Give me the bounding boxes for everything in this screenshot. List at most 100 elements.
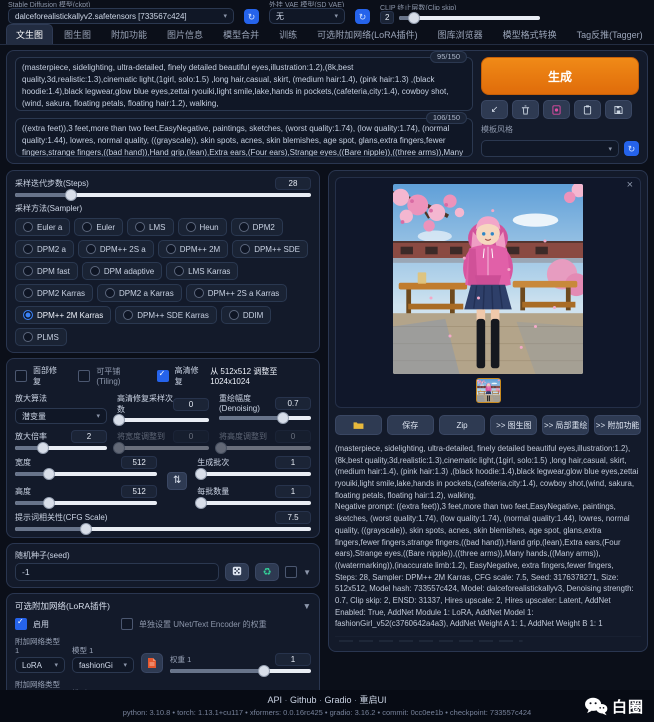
resize-width-slider[interactable]: [117, 446, 209, 450]
generate-button[interactable]: 生成: [481, 57, 639, 95]
sampler-dpmpp-2m[interactable]: DPM++ 2M: [158, 240, 228, 258]
swap-dimensions-button[interactable]: ⇅: [167, 472, 187, 490]
api-link[interactable]: API: [267, 695, 290, 705]
sampler-lms-karras[interactable]: LMS Karras: [166, 262, 238, 280]
github-link[interactable]: Github: [290, 695, 325, 705]
gallery-thumbnail[interactable]: [476, 378, 501, 403]
sampler-dpm-fast[interactable]: DPM fast: [15, 262, 78, 280]
tab-txt2img[interactable]: 文生图: [6, 24, 53, 44]
height-value[interactable]: 512: [121, 485, 157, 498]
hires-steps-slider[interactable]: [117, 418, 209, 422]
tab-img2img[interactable]: 图生图: [55, 25, 100, 44]
generated-image[interactable]: [393, 184, 583, 374]
hires-fix-checkbox[interactable]: [157, 370, 169, 382]
width-slider[interactable]: [15, 472, 157, 476]
output-gallery[interactable]: ×: [335, 177, 641, 408]
batch-count-value[interactable]: 1: [275, 456, 311, 469]
save-style-button[interactable]: [605, 100, 632, 119]
batch-count-slider[interactable]: [197, 472, 311, 476]
batch-size-value[interactable]: 1: [275, 485, 311, 498]
sampler-dpmpp-sde[interactable]: DPM++ SDE: [232, 240, 308, 258]
sampler-euler[interactable]: Euler: [74, 218, 123, 236]
lora-weight-value[interactable]: 1: [275, 653, 311, 666]
tiling-checkbox[interactable]: [78, 370, 90, 382]
tab-additional-networks[interactable]: 可选附加网络(LoRA插件): [308, 25, 427, 44]
upscale-by-slider[interactable]: [15, 446, 107, 450]
lora-separate-weights-checkbox[interactable]: [121, 618, 133, 630]
apply-style-button[interactable]: [574, 100, 601, 119]
gradio-link[interactable]: Gradio: [325, 695, 360, 705]
sampler-dpm2-karras[interactable]: DPM2 Karras: [15, 284, 93, 302]
random-seed-button[interactable]: [225, 563, 249, 581]
refresh-styles-button[interactable]: ↻: [624, 141, 639, 156]
steps-value[interactable]: 28: [275, 177, 311, 190]
lora-weight-slider[interactable]: [170, 669, 311, 673]
batch-size-slider[interactable]: [197, 501, 311, 505]
reload-ui-link[interactable]: 重启UI: [360, 695, 387, 705]
tab-train[interactable]: 训练: [270, 25, 306, 44]
tab-image-browser[interactable]: 图库浏览器: [429, 25, 492, 44]
send-to-extras-button[interactable]: >> 附加功能: [594, 415, 641, 435]
lora-enable-checkbox[interactable]: [15, 618, 27, 630]
cfg-scale-slider[interactable]: [15, 527, 311, 531]
denoising-slider[interactable]: [219, 416, 311, 420]
tab-checkpoint-merger[interactable]: 模型合并: [214, 25, 268, 44]
tab-pnginfo[interactable]: 图片信息: [158, 25, 212, 44]
extra-networks-button[interactable]: [543, 100, 570, 119]
zip-button[interactable]: Zip: [439, 415, 486, 435]
tab-tagger[interactable]: Tag反推(Tagger): [568, 25, 652, 44]
negative-prompt-input[interactable]: ((extra feet)),3 feet,more than two feet…: [15, 118, 473, 157]
lora-model-info-button[interactable]: [141, 653, 163, 673]
tab-model-converter[interactable]: 模型格式转换: [494, 25, 566, 44]
resize-height-slider[interactable]: [219, 446, 311, 450]
clip-skip-slider[interactable]: [399, 16, 540, 20]
sampler-dpmpp-2s-a[interactable]: DPM++ 2S a: [78, 240, 154, 258]
sampler-lms[interactable]: LMS: [127, 218, 173, 236]
close-icon[interactable]: ×: [627, 180, 633, 191]
sampler-dpm2[interactable]: DPM2: [231, 218, 283, 236]
open-folder-button[interactable]: [335, 415, 382, 435]
steps-slider[interactable]: [15, 193, 311, 197]
positive-prompt-input[interactable]: (masterpiece, sidelighting, ultra-detail…: [15, 57, 473, 111]
sampler-heun[interactable]: Heun: [178, 218, 227, 236]
hires-steps-value[interactable]: 0: [173, 398, 209, 411]
vae-select[interactable]: 无 ▾: [269, 8, 345, 24]
tab-extras[interactable]: 附加功能: [102, 25, 156, 44]
extra-seed-toggle-icon[interactable]: ▼: [303, 568, 311, 577]
refresh-checkpoints-button[interactable]: ↻: [244, 9, 259, 24]
save-button[interactable]: 保存: [387, 415, 434, 435]
refresh-vae-button[interactable]: ↻: [355, 9, 370, 24]
upscale-by-value[interactable]: 2: [71, 430, 107, 443]
seed-input[interactable]: -1: [15, 563, 219, 581]
send-to-img2img-button[interactable]: >> 图生图: [490, 415, 537, 435]
denoising-value[interactable]: 0.7: [275, 397, 311, 410]
styles-select[interactable]: ▾: [481, 140, 619, 157]
restore-faces-checkbox[interactable]: [15, 370, 27, 382]
resize-height-value[interactable]: 0: [275, 430, 311, 443]
collapse-icon[interactable]: ▼: [303, 601, 311, 611]
sampler-dpmpp-2m-karras[interactable]: DPM++ 2M Karras: [15, 306, 111, 324]
send-to-inpaint-button[interactable]: >> 局部重绘: [542, 415, 589, 435]
sampler-dpmpp-2s-a-karras[interactable]: DPM++ 2S a Karras: [186, 284, 288, 302]
cfg-scale-value[interactable]: 7.5: [275, 511, 311, 524]
reuse-seed-button[interactable]: ♻: [255, 563, 279, 581]
extra-seed-checkbox[interactable]: [285, 566, 297, 578]
sampler-dpm2-a-karras[interactable]: DPM2 a Karras: [97, 284, 182, 302]
height-slider[interactable]: [15, 501, 157, 505]
sampler-dpm2-a[interactable]: DPM2 a: [15, 240, 74, 258]
sampler-euler-a[interactable]: Euler a: [15, 218, 70, 236]
sampler-plms[interactable]: PLMS: [15, 328, 67, 346]
sampler-ddim[interactable]: DDIM: [221, 306, 271, 324]
upscaler-select[interactable]: 潜变量 ▾: [15, 408, 107, 424]
checkpoint-select[interactable]: dalceforealistickallyv2.safetensors [733…: [8, 8, 234, 24]
resize-width-value[interactable]: 0: [173, 430, 209, 443]
clip-skip-value[interactable]: 2: [380, 11, 394, 24]
clear-prompt-button[interactable]: [512, 100, 539, 119]
sampler-dpm-adaptive[interactable]: DPM adaptive: [82, 262, 162, 280]
paste-params-button[interactable]: ↙: [481, 100, 508, 119]
sampler-dpmpp-sde-karras[interactable]: DPM++ SDE Karras: [115, 306, 217, 324]
lora-type-select[interactable]: LoRA▾: [15, 657, 65, 673]
additional-networks-header[interactable]: 可选附加网络(LoRA插件): [15, 600, 110, 612]
lora-model-select[interactable]: fashionGi▾: [72, 657, 134, 673]
width-value[interactable]: 512: [121, 456, 157, 469]
